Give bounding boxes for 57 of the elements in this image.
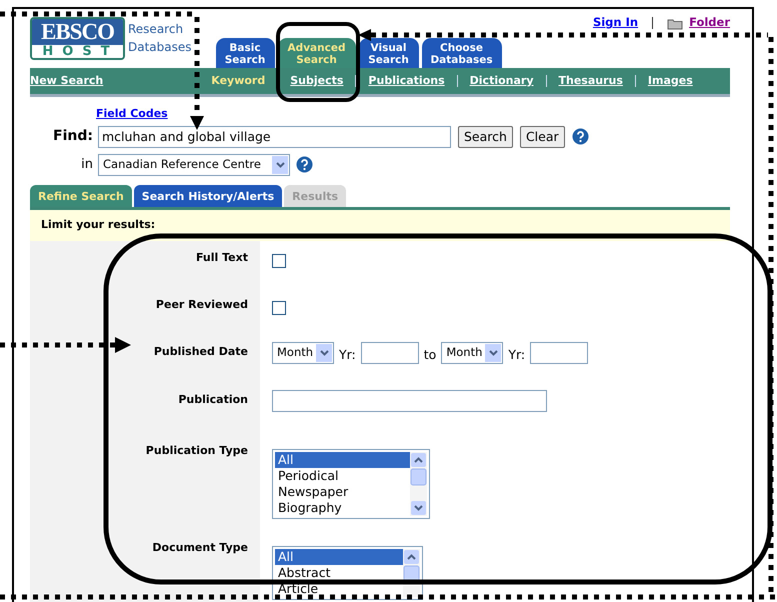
toolbar-link[interactable]: Images [648,72,693,90]
result-tab[interactable]: Search History/Alerts [134,184,282,206]
scroll-up-icon [403,548,420,564]
search-field[interactable]: mcluhan and global village [98,126,451,148]
header-link[interactable]: Sign In [592,14,638,32]
checkbox[interactable] [272,300,286,314]
field-codes-link[interactable]: Field Codes [96,106,168,122]
year-field[interactable] [530,342,588,364]
year-label: Yr: [339,346,356,364]
search-tab[interactable]: Choose Databases [422,38,502,68]
field-label: Peer Reviewed [156,298,248,310]
chevron-icon [320,350,328,356]
listbox-option[interactable]: Biography [275,500,410,516]
find-label: Find: [52,127,94,146]
search-action-button[interactable]: Clear [520,126,565,148]
new-search-link[interactable]: New Search [30,72,104,90]
search-tab[interactable]: Visual Search [358,38,419,68]
folder-icon [667,16,684,30]
database-dropdown[interactable]: Canadian Reference Centre [98,154,290,176]
help-icon [572,128,589,145]
toolbar-link[interactable]: Publications [368,72,445,90]
listbox-option[interactable]: All [275,452,410,468]
logo-text: HOST [32,45,123,58]
publication-field[interactable] [272,390,547,412]
field-label: Publication Type [146,444,248,456]
help-icon [296,156,313,173]
search-action-button[interactable]: Search [458,126,513,148]
scrollbar-thumb [410,468,427,486]
field-label: Document Type [152,540,248,554]
toolbar-link[interactable]: Subjects [290,72,344,90]
listbox-option[interactable]: Periodical [275,468,410,484]
chevron-icon [276,162,284,168]
listbox[interactable]: All Periodical Newspaper Biography [272,448,430,518]
listbox-option[interactable]: Article [275,580,403,596]
year-label: Yr: [508,346,526,364]
checkbox[interactable] [272,254,286,268]
listbox-option[interactable]: Abstract [275,564,403,580]
scroll-up-icon [410,452,427,468]
chevron-icon [488,350,498,356]
toolbar-link[interactable]: Thesaurus [558,72,623,90]
field-label: Publication [178,392,248,406]
year-field[interactable] [360,342,419,364]
scroll-down-icon [410,500,427,516]
month-dropdown[interactable]: Month [441,342,504,364]
logo-text: EBSCO [32,19,123,45]
header-link[interactable]: Folder [689,14,730,32]
listbox-option[interactable]: All [275,548,403,564]
product-name: Research [128,21,184,38]
listbox-option[interactable]: Newspaper [275,484,410,500]
month-dropdown[interactable]: Month [272,342,334,364]
product-name: Databases [128,39,192,56]
toolbar-link[interactable]: Dictionary [470,72,534,90]
field-label: Full Text [196,250,248,264]
search-tab[interactable]: Basic Search [216,38,275,68]
in-label: in [80,156,94,174]
field-label: Published Date [154,344,248,358]
to-label: to [424,346,436,364]
